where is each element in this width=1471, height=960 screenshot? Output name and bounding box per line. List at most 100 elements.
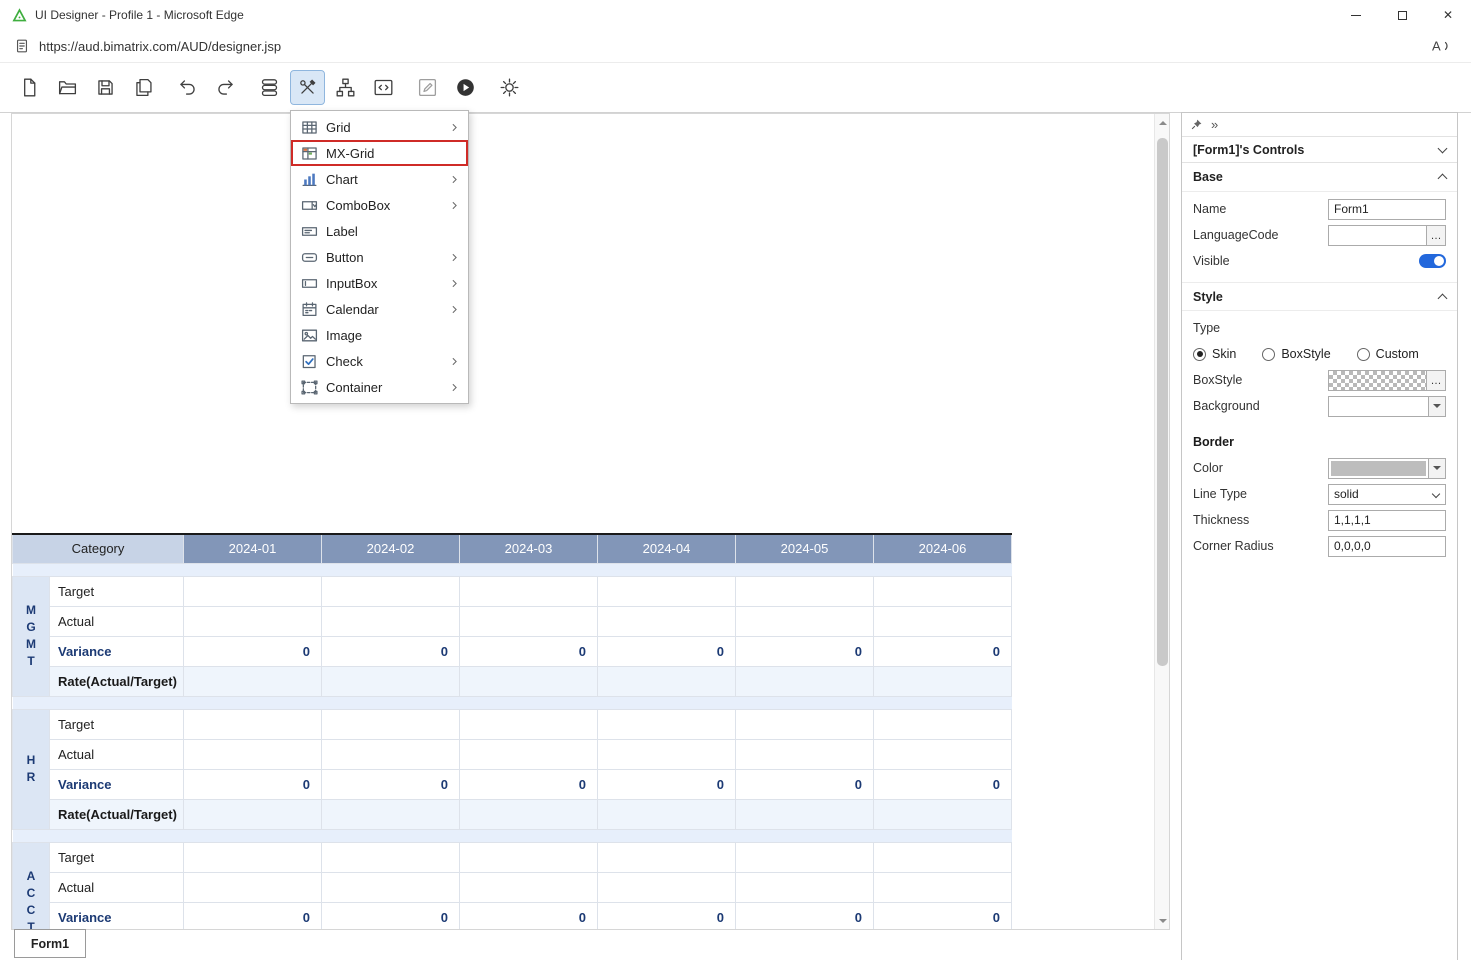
radio-skin[interactable]: Skin bbox=[1193, 347, 1236, 361]
grid-cell: 0 bbox=[322, 636, 460, 666]
collapse-panel-icon[interactable]: » bbox=[1211, 117, 1218, 132]
background-input[interactable] bbox=[1328, 396, 1446, 417]
database-button[interactable] bbox=[253, 71, 286, 104]
menu-item-check[interactable]: Check bbox=[291, 348, 468, 374]
section-base-header[interactable]: Base bbox=[1182, 163, 1457, 192]
scroll-down-arrow[interactable] bbox=[1155, 913, 1170, 929]
minimize-button[interactable] bbox=[1333, 0, 1379, 30]
grid-cell bbox=[322, 799, 460, 829]
grid-row: Variance000000 bbox=[13, 902, 1012, 930]
new-file-button[interactable] bbox=[13, 71, 46, 104]
corner-radius-input[interactable] bbox=[1328, 536, 1446, 557]
form-tab[interactable]: Form1 bbox=[14, 929, 86, 958]
menu-item-label[interactable]: Label bbox=[291, 218, 468, 244]
menu-item-label: Button bbox=[326, 250, 448, 265]
settings-button[interactable] bbox=[493, 71, 526, 104]
menu-item-grid[interactable]: Grid bbox=[291, 114, 468, 140]
grid-row-label: Actual bbox=[50, 739, 184, 769]
grid-cell: 0 bbox=[736, 769, 874, 799]
thickness-input[interactable] bbox=[1328, 510, 1446, 531]
panel-title-bar[interactable]: [Form1]'s Controls bbox=[1182, 136, 1457, 163]
background-dropdown-button[interactable] bbox=[1428, 397, 1445, 416]
grid-header-month: 2024-01 bbox=[184, 534, 322, 563]
grid-cell bbox=[184, 799, 322, 829]
report-grid[interactable]: Category2024-012024-022024-032024-042024… bbox=[12, 533, 1012, 930]
pin-icon[interactable] bbox=[1190, 118, 1203, 131]
scroll-up-arrow[interactable] bbox=[1155, 114, 1170, 130]
combobox-icon bbox=[300, 197, 318, 214]
grid-cell: 0 bbox=[322, 902, 460, 930]
submenu-arrow-icon bbox=[448, 303, 461, 316]
grid-row-label: Target bbox=[50, 842, 184, 872]
menu-item-combobox[interactable]: ComboBox bbox=[291, 192, 468, 218]
background-label: Background bbox=[1193, 399, 1328, 413]
submenu-arrow-icon bbox=[448, 121, 461, 134]
run-button[interactable] bbox=[449, 71, 482, 104]
radio-custom[interactable]: Custom bbox=[1357, 347, 1419, 361]
save-all-button[interactable] bbox=[127, 71, 160, 104]
save-button[interactable] bbox=[89, 71, 122, 104]
radio-icon bbox=[1357, 348, 1370, 361]
design-canvas[interactable]: Category2024-012024-022024-032024-042024… bbox=[11, 113, 1170, 930]
redo-button[interactable] bbox=[209, 71, 242, 104]
new-file-icon bbox=[19, 77, 40, 98]
border-header: Border bbox=[1193, 435, 1446, 449]
edit-button[interactable] bbox=[411, 71, 444, 104]
sitemap-button[interactable] bbox=[329, 71, 362, 104]
grid-cell bbox=[460, 799, 598, 829]
menu-item-inputbox[interactable]: InputBox bbox=[291, 270, 468, 296]
menu-item-calendar[interactable]: Calendar bbox=[291, 296, 468, 322]
code-button[interactable] bbox=[367, 71, 400, 104]
maximize-button[interactable] bbox=[1379, 0, 1425, 30]
grid-cell: 0 bbox=[460, 769, 598, 799]
radio-boxstyle[interactable]: BoxStyle bbox=[1262, 347, 1330, 361]
menu-item-label: Calendar bbox=[326, 302, 448, 317]
border-color-dropdown-button[interactable] bbox=[1428, 459, 1445, 478]
grid-row-label: Actual bbox=[50, 606, 184, 636]
select-chevron-icon bbox=[1432, 490, 1440, 498]
name-input[interactable] bbox=[1328, 199, 1446, 220]
panel-title: [Form1]'s Controls bbox=[1193, 143, 1304, 157]
submenu-arrow-icon bbox=[448, 251, 461, 264]
section-base-label: Base bbox=[1193, 170, 1223, 184]
grid-cell bbox=[736, 666, 874, 696]
menu-item-button[interactable]: Button bbox=[291, 244, 468, 270]
boxstyle-input[interactable]: … bbox=[1328, 370, 1446, 391]
submenu-arrow-icon bbox=[448, 381, 461, 394]
grid-row-label: Target bbox=[50, 576, 184, 606]
site-info-icon[interactable] bbox=[14, 38, 30, 54]
grid-row-label: Rate(Actual/Target) bbox=[50, 799, 184, 829]
url-text[interactable]: https://aud.bimatrix.com/AUD/designer.js… bbox=[39, 39, 1429, 54]
scroll-thumb[interactable] bbox=[1157, 138, 1168, 666]
grid-cell bbox=[736, 799, 874, 829]
grid-cell bbox=[460, 576, 598, 606]
menu-item-container[interactable]: Container bbox=[291, 374, 468, 400]
undo-button[interactable] bbox=[171, 71, 204, 104]
languagecode-input[interactable]: … bbox=[1328, 225, 1446, 246]
menu-item-chart[interactable]: Chart bbox=[291, 166, 468, 192]
menu-item-image[interactable]: Image bbox=[291, 322, 468, 348]
grid-header-month: 2024-05 bbox=[736, 534, 874, 563]
menu-item-label: Image bbox=[326, 328, 461, 343]
grid-cell bbox=[184, 709, 322, 739]
grid-cell bbox=[460, 739, 598, 769]
toolbar-buttons bbox=[13, 71, 531, 104]
read-aloud-icon[interactable]: A bbox=[1429, 38, 1451, 54]
languagecode-browse-button[interactable]: … bbox=[1426, 226, 1445, 245]
visible-toggle[interactable] bbox=[1419, 254, 1446, 268]
border-color-input[interactable] bbox=[1328, 458, 1446, 479]
grid-cell bbox=[598, 842, 736, 872]
settings-icon bbox=[499, 77, 520, 98]
canvas-scrollbar[interactable] bbox=[1154, 114, 1169, 929]
open-folder-button[interactable] bbox=[51, 71, 84, 104]
boxstyle-browse-button[interactable]: … bbox=[1426, 371, 1445, 390]
close-button[interactable]: ✕ bbox=[1425, 0, 1471, 30]
grid-spacer-row bbox=[13, 696, 1012, 709]
address-bar[interactable]: https://aud.bimatrix.com/AUD/designer.js… bbox=[0, 30, 1471, 63]
controls-palette-button[interactable] bbox=[291, 71, 324, 104]
grid-cell bbox=[460, 872, 598, 902]
maximize-icon bbox=[1398, 11, 1407, 20]
section-style-header[interactable]: Style bbox=[1182, 282, 1457, 311]
line-type-select[interactable]: solid bbox=[1328, 484, 1446, 505]
menu-item-mx-grid[interactable]: MX-Grid bbox=[291, 140, 468, 166]
